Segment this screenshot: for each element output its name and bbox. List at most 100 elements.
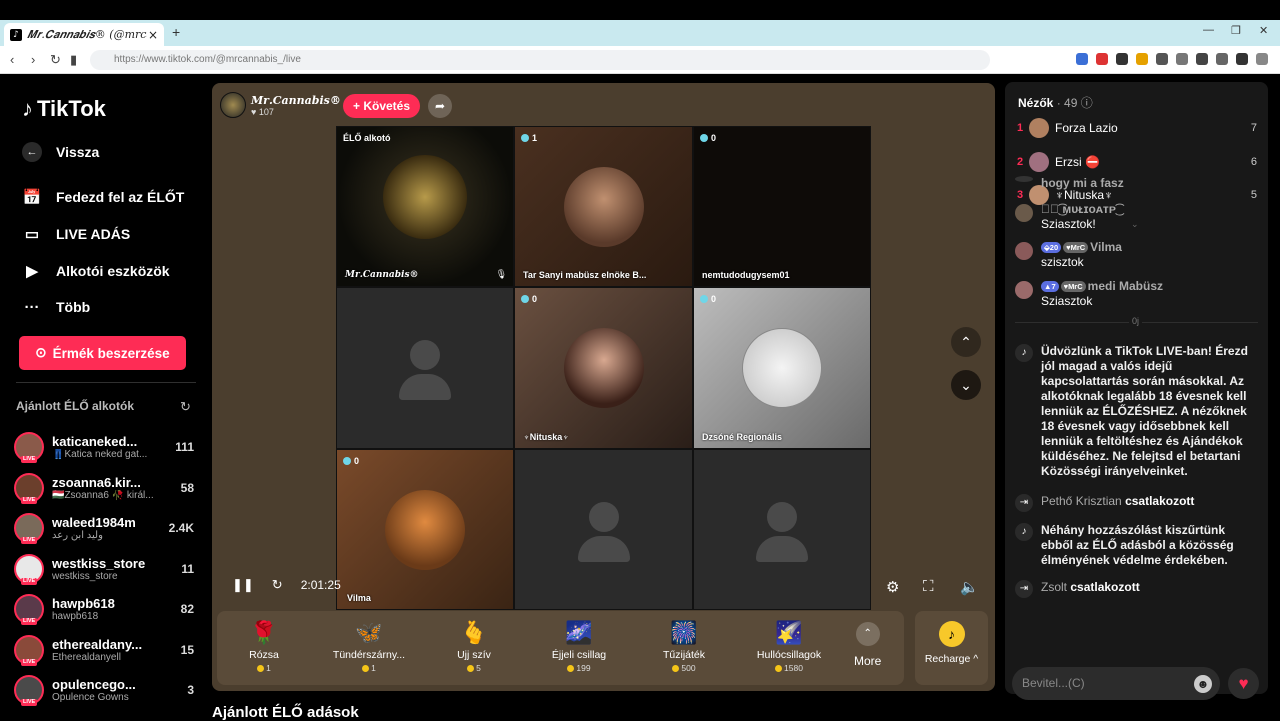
nav-explore-live[interactable]: 📅 Fedezd fel az ÉLŐT xyxy=(22,187,185,207)
refresh-icon[interactable]: ↻ xyxy=(272,577,283,593)
extension-icon[interactable] xyxy=(1196,53,1208,65)
extension-icon[interactable] xyxy=(1116,53,1128,65)
extension-icon[interactable] xyxy=(1156,53,1168,65)
guest-cell[interactable]: 🎙 ÉLŐ alkotó 𝑴𝒓.𝑪𝒂𝒏𝒏𝒂𝒃𝒊𝒔® xyxy=(336,126,514,287)
empty-guest-slot[interactable] xyxy=(514,449,693,610)
guest-cell[interactable]: 0 nemtudodugysem01 xyxy=(693,126,871,287)
empty-guest-slot[interactable] xyxy=(336,287,514,449)
recommended-creator[interactable]: LIVE katicaneked... 👖Katica neked gat... 11… xyxy=(14,429,194,465)
share-icon[interactable]: ➦ xyxy=(428,94,452,118)
new-tab-button[interactable]: + xyxy=(172,24,180,40)
follow-button[interactable]: + Követés xyxy=(343,94,421,118)
creator-viewer-count: 58 xyxy=(180,480,194,495)
empty-guest-slot[interactable] xyxy=(693,449,871,610)
guest-cell[interactable]: 0 ♆Nituska♆ xyxy=(514,287,693,449)
creator-name: zsoanna6.kir... xyxy=(52,474,141,490)
recommended-creator[interactable]: LIVE waleed1984m وليد ابن رعد 2.4K xyxy=(14,510,194,546)
creator-subtitle: 🇭🇺Zsoanna6 🥀 királ... xyxy=(52,489,154,501)
emoji-icon[interactable]: ☻ xyxy=(1194,675,1212,693)
recharge-button[interactable]: ♪ Recharge ^ xyxy=(915,611,988,685)
get-coins-button[interactable]: ⊙ Érmék beszerzése xyxy=(19,336,186,370)
gift-price-value: 1 xyxy=(266,663,271,673)
nav-more[interactable]: ··· Több xyxy=(22,297,91,317)
chat-message[interactable]: hogy mi a fasz xyxy=(1015,176,1255,191)
info-icon[interactable]: ⓘ xyxy=(1081,96,1093,110)
gift-item[interactable]: 🦋 Tündérszárny... 1 xyxy=(324,619,414,673)
extension-icon[interactable] xyxy=(1176,53,1188,65)
extension-icon[interactable] xyxy=(1076,53,1088,65)
placeholder-avatar-icon xyxy=(410,340,440,370)
browser-tab[interactable]: ♪ 𝑴𝒓.𝑪𝒂𝒏𝒏𝒂𝒃𝒊𝒔® (@mrcan × xyxy=(4,23,164,46)
like-heart-button[interactable]: ♥ xyxy=(1228,668,1259,699)
live-badge: LIVE xyxy=(21,658,38,666)
guest-cell[interactable]: 1 Tar Sanyi mabüsz elnöke B... xyxy=(514,126,693,287)
top-viewer-row[interactable]: 2 Erzsi ⛔ 6 xyxy=(1017,151,1257,173)
gift-item[interactable]: 🌹 Rózsa 1 xyxy=(219,619,309,673)
creator-avatar: LIVE xyxy=(14,675,44,706)
settings-gear-icon[interactable]: ⚙ xyxy=(886,578,899,596)
extension-icon[interactable] xyxy=(1136,53,1148,65)
viewer-avatar xyxy=(1029,151,1049,172)
creator-viewer-count: 3 xyxy=(187,683,194,697)
volume-icon[interactable]: 🔈 xyxy=(960,578,979,596)
viewers-count: · 49 xyxy=(1056,96,1078,110)
back-arrow-icon: ← xyxy=(22,142,42,162)
gift-name: Ujj szív xyxy=(457,649,491,661)
refresh-icon[interactable]: ↻ xyxy=(180,399,191,415)
recommended-creator[interactable]: LIVE opulencego... Opulence Gowns 3 xyxy=(14,672,194,708)
gift-icon: 🌠 xyxy=(775,620,803,645)
recommended-creator[interactable]: LIVE hawpb618 hawpb618 82 xyxy=(14,591,194,627)
creator-name: waleed1984m xyxy=(52,515,136,530)
gift-bar: ⌃ More 🌹 Rózsa 1 🦋 Tündérszárny... 1 🫰 Ujj szív… xyxy=(217,611,904,685)
forward-arrow-icon[interactable]: › xyxy=(31,52,35,67)
url-field[interactable]: https://www.tiktok.com/@mrcannabis_/live xyxy=(90,50,990,70)
close-tab-icon[interactable]: × xyxy=(148,28,158,42)
top-viewer-row[interactable]: 1 Forza Lazio 7 xyxy=(1017,117,1257,139)
coin-icon xyxy=(467,665,475,673)
nav-creator-tools[interactable]: ▶ Alkotói eszközök xyxy=(22,261,169,281)
guest-cell[interactable]: 0 Vilma xyxy=(336,449,514,610)
host-info[interactable]: 𝑴𝒓.𝑪𝒂𝒏𝒏𝒂𝒃𝒊𝒔® ♥ 107 xyxy=(220,91,341,119)
reload-icon[interactable]: ↻ xyxy=(50,52,61,68)
viewers-header[interactable]: Nézők · 49 ⓘ xyxy=(1018,94,1093,111)
user-avatar xyxy=(1015,242,1033,260)
back-link[interactable]: ← Vissza xyxy=(22,142,99,162)
minimize-icon[interactable]: — xyxy=(1203,24,1214,36)
gift-item[interactable]: 🌠 Hullócsillagok 1580 xyxy=(744,619,834,673)
more-gifts-button[interactable]: ⌃ More xyxy=(854,622,881,668)
pause-icon[interactable]: ❚❚ xyxy=(232,577,254,593)
fullscreen-icon[interactable]: ⛶ xyxy=(923,578,934,595)
menu-icon[interactable] xyxy=(1256,53,1268,65)
creator-avatar: LIVE xyxy=(14,472,44,504)
viewer-score: 7 xyxy=(1250,122,1257,134)
extension-icon[interactable] xyxy=(1236,53,1248,65)
guest-name: ♆Nituska♆ xyxy=(523,432,570,442)
chat-message[interactable]: ⬙20 ♥MrC Vilma szisztok xyxy=(1015,240,1255,270)
close-window-icon[interactable]: ✕ xyxy=(1259,24,1268,37)
nav-live-studio[interactable]: ▭ LIVE ADÁS xyxy=(22,224,130,244)
host-tag-text: ÉLŐ alkotó xyxy=(343,133,391,143)
previous-live-button[interactable]: ⌃ xyxy=(951,327,981,357)
guest-cell[interactable]: 0 Dzsóné Regionális xyxy=(693,287,871,449)
recommended-creator[interactable]: LIVE westkiss_store westkiss_store 11 xyxy=(14,551,194,587)
extension-icon[interactable] xyxy=(1216,53,1228,65)
extension-icon[interactable] xyxy=(1096,53,1108,65)
bookmark-icon[interactable]: ▮ xyxy=(70,52,77,68)
chat-message[interactable]: ▲7 ♥MrC medi Mabüsz Sziasztok xyxy=(1015,279,1255,309)
viewer-score: 6 xyxy=(1250,155,1257,168)
restore-icon[interactable]: ❐ xyxy=(1231,24,1241,37)
chat-input[interactable]: Bevitel...(C) xyxy=(1012,667,1220,700)
message-text: szisztok xyxy=(1041,255,1084,269)
gift-item[interactable]: 🌌 Éjjeli csillag 199 xyxy=(534,619,624,673)
recommended-creator[interactable]: LIVE etherealdany... Etherealdanyell 15 xyxy=(14,632,194,668)
back-arrow-icon[interactable]: ‹ xyxy=(10,52,14,67)
tiktok-logo[interactable]: ♪ TikTok xyxy=(22,96,106,122)
next-live-button[interactable]: ⌄ xyxy=(951,370,981,400)
gift-name: Rózsa xyxy=(249,649,279,661)
gift-price-value: 199 xyxy=(576,663,591,673)
gift-item[interactable]: 🫰 Ujj szív 5 xyxy=(429,619,519,673)
gift-item[interactable]: 🎆 Tűzijáték 500 xyxy=(639,619,729,673)
chat-message[interactable]: ঔৣ͜͡ ᴍᴜᴌɪᴏᴀᴛᴘ͜͡ Sziasztok! xyxy=(1015,202,1255,232)
recommended-creator[interactable]: LIVE zsoanna6.kir... 🇭🇺Zsoanna6 🥀 királ...… xyxy=(14,470,194,506)
host-avatar[interactable] xyxy=(220,92,246,118)
